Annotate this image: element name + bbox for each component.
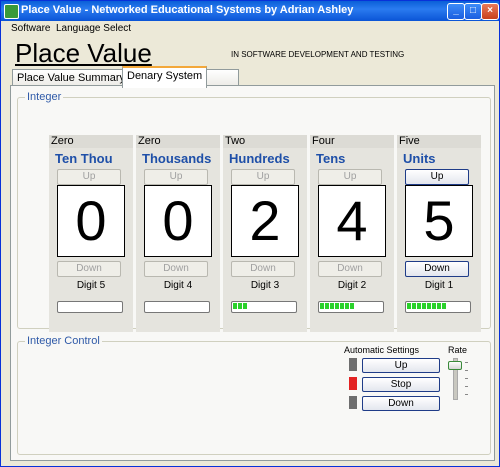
digit-display: 0 (57, 185, 125, 257)
digit-word: Two (223, 135, 307, 148)
integer-control-label: Integer Control (25, 335, 102, 347)
automatic-settings-label: Automatic Settings (344, 345, 420, 355)
meter-segment (243, 303, 247, 309)
status-subtitle: IN SOFTWARE DEVELOPMENT AND TESTING (231, 50, 405, 59)
auto-stop-button[interactable]: Stop (362, 377, 440, 392)
meter-segment (422, 303, 426, 309)
digit-down-button[interactable]: Down (144, 261, 208, 277)
slider-tick (465, 378, 468, 379)
window-title: Place Value - Networked Educational Syst… (21, 4, 354, 16)
tab-denary-system[interactable]: Denary System (122, 66, 208, 88)
page-title: Place Value (15, 38, 152, 68)
meter-segment (427, 303, 431, 309)
digit-name-label: Digit 1 (424, 280, 454, 291)
down-indicator (349, 396, 357, 409)
meter-segment (412, 303, 416, 309)
meter-segment (417, 303, 421, 309)
digit-down-button[interactable]: Down (405, 261, 469, 277)
menu-software[interactable]: Software (11, 23, 50, 34)
title-bar[interactable]: Place Value - Networked Educational Syst… (1, 1, 499, 21)
auto-down-button[interactable]: Down (362, 396, 440, 411)
digit-up-button[interactable]: Up (57, 169, 121, 185)
rate-label: Rate (448, 345, 468, 355)
digit-display: 4 (318, 185, 386, 257)
slider-tick (465, 386, 468, 387)
digit-meter (318, 301, 384, 313)
tab-place-value-summary[interactable]: Place Value Summary (12, 69, 131, 86)
digit-name-label: Digit 5 (76, 280, 106, 291)
up-indicator (349, 358, 357, 371)
digit-up-button[interactable]: Up (144, 169, 208, 185)
place-label: Ten Thou (55, 151, 113, 166)
app-icon (4, 4, 19, 19)
slider-tick (465, 362, 468, 363)
digit-up-button[interactable]: Up (405, 169, 469, 185)
rate-slider-thumb[interactable] (448, 361, 462, 370)
meter-segment (442, 303, 446, 309)
digit-column: Zero Thousands Up 0 Down Digit 4 (136, 135, 220, 332)
digit-meter (57, 301, 123, 313)
meter-segment (238, 303, 242, 309)
menu-language-select[interactable]: Language Select (56, 23, 131, 34)
app-window: Place Value - Networked Educational Syst… (0, 0, 500, 467)
auto-up-button[interactable]: Up (362, 358, 440, 373)
place-label: Units (403, 151, 436, 166)
digit-word: Four (310, 135, 394, 148)
close-icon[interactable]: × (481, 3, 499, 20)
meter-segment (325, 303, 329, 309)
slider-tick (465, 370, 468, 371)
digit-name-label: Digit 2 (337, 280, 367, 291)
digit-down-button[interactable]: Down (318, 261, 382, 277)
digit-name-label: Digit 4 (163, 280, 193, 291)
meter-segment (437, 303, 441, 309)
integer-group-label: Integer (25, 91, 64, 103)
place-label: Thousands (142, 151, 212, 166)
digit-word: Five (397, 135, 481, 148)
tab-blank[interactable] (205, 69, 239, 86)
minimize-icon[interactable]: _ (447, 3, 465, 20)
meter-segment (340, 303, 344, 309)
maximize-icon[interactable]: □ (464, 3, 482, 20)
tab-panel: Integer Zero Ten Thou Up 0 Down Digit 5 Zero Th… (10, 85, 495, 461)
digit-display: 0 (144, 185, 212, 257)
place-label: Hundreds (229, 151, 290, 166)
digit-word: Zero (136, 135, 220, 148)
digit-column: Zero Ten Thou Up 0 Down Digit 5 (49, 135, 133, 332)
meter-segment (335, 303, 339, 309)
digit-meter (144, 301, 210, 313)
digit-meter (405, 301, 471, 313)
digit-display: 5 (405, 185, 473, 257)
digit-up-button[interactable]: Up (318, 169, 382, 185)
meter-segment (345, 303, 349, 309)
meter-segment (432, 303, 436, 309)
menu-bar: Software Language Select (1, 21, 499, 37)
place-label: Tens (316, 151, 346, 166)
digit-name-label: Digit 3 (250, 280, 280, 291)
digit-meter (231, 301, 297, 313)
meter-segment (233, 303, 237, 309)
digit-down-button[interactable]: Down (57, 261, 121, 277)
meter-segment (320, 303, 324, 309)
digit-up-button[interactable]: Up (231, 169, 295, 185)
digit-display: 2 (231, 185, 299, 257)
meter-segment (350, 303, 354, 309)
meter-segment (330, 303, 334, 309)
digit-column: Five Units Up 5 Down Digit 1 (397, 135, 481, 332)
digit-word: Zero (49, 135, 133, 148)
digit-down-button[interactable]: Down (231, 261, 295, 277)
digit-column: Four Tens Up 4 Down Digit 2 (310, 135, 394, 332)
integer-group: Integer Zero Ten Thou Up 0 Down Digit 5 Zero Th… (17, 91, 491, 332)
digit-column: Two Hundreds Up 2 Down Digit 3 (223, 135, 307, 332)
slider-tick (465, 394, 468, 395)
meter-segment (407, 303, 411, 309)
stop-indicator (349, 377, 357, 390)
